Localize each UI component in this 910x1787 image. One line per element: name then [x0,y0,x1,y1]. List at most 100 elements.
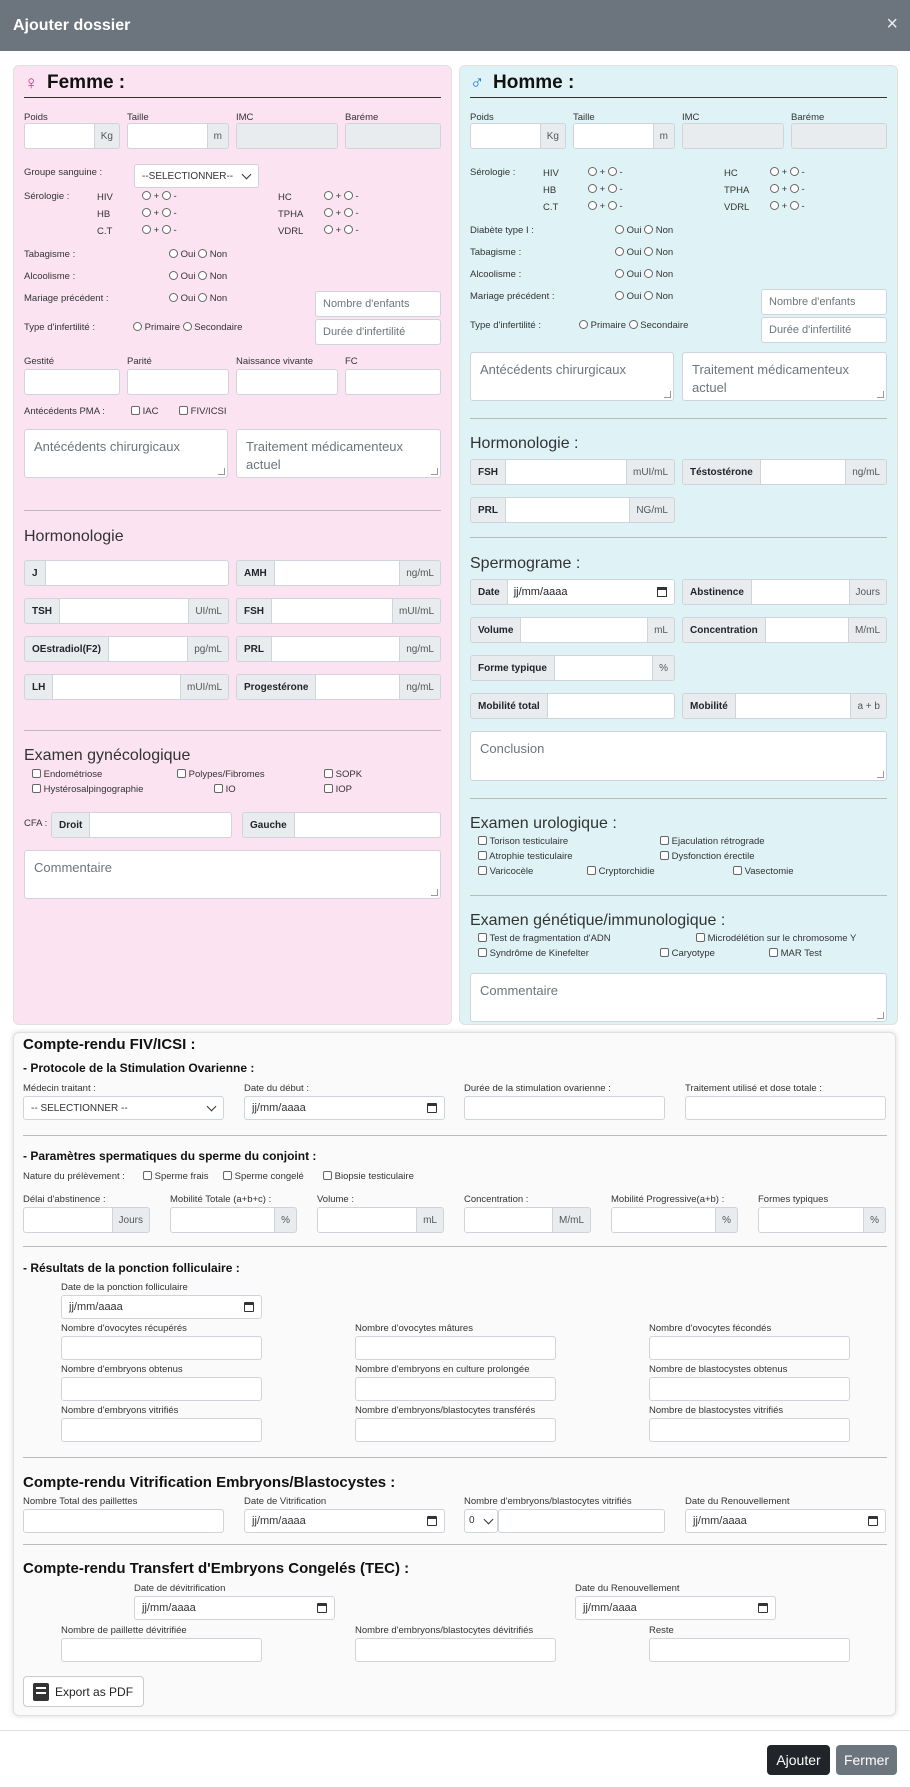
hysterosalpingographie-checkbox[interactable]: Hystérosalpingographie [32,784,143,795]
medecin-select[interactable]: -- SELECTIONNER -- [23,1096,224,1120]
volume-input[interactable]: Volume mL [470,617,675,643]
mobilite-total-input[interactable]: Mobilité total [470,693,675,719]
m-poids-input[interactable]: Kg [470,123,566,149]
m-fsh-input[interactable]: FSH mUI/mL [470,459,675,485]
prl-input[interactable]: PRL ng/mL [236,636,441,662]
date-vitri-input[interactable]: jj/mm/aaaa [244,1509,445,1533]
progesterone-input[interactable]: Progestérone ng/mL [236,674,441,700]
iop-checkbox[interactable]: IOP [324,784,352,795]
cfa-gauche-input[interactable]: Gauche [242,812,441,838]
nb-enfants-input[interactable]: Nombre d'enfants [315,291,441,317]
vasectomie-checkbox[interactable]: Vasectomie [733,866,794,877]
emb-vitrifies-input[interactable] [61,1418,262,1442]
torsion-checkbox[interactable]: Torison testiculaire [478,836,568,847]
cr-conc-input[interactable]: M/mL [464,1207,591,1233]
forme-typique-input[interactable]: Forme typique% [470,655,675,681]
nb-vitri-select[interactable]: 0 [464,1509,498,1533]
sperme-frais-checkbox[interactable]: Sperme frais [143,1171,209,1182]
endometriose-checkbox[interactable]: Endométriose [32,769,102,780]
close-icon[interactable]: × [886,13,898,36]
total-paillettes-input[interactable] [23,1509,224,1533]
alcool-radio[interactable]: Oui Non [169,271,227,282]
mar-test-checkbox[interactable]: MAR Test [769,948,822,959]
m-atcd-chir-textarea[interactable]: Antécédents chirurgicaux [470,352,674,401]
ovo-matures-input[interactable] [355,1336,556,1360]
male-comment-textarea[interactable]: Commentaire [470,973,887,1022]
parite-input[interactable] [127,369,229,395]
conclusion-textarea[interactable]: Conclusion [470,731,887,781]
m-infert-radio[interactable]: Primaire Secondaire [579,320,688,331]
diabete-radio[interactable]: Oui Non [615,225,673,236]
nb-paillette-input[interactable] [61,1638,262,1662]
iac-checkbox[interactable]: IAC [131,406,158,417]
amh-input[interactable]: AMH ng/mL [236,560,441,586]
close-button[interactable]: Fermer [836,1745,897,1775]
emb-culture-input[interactable] [355,1377,556,1401]
cryptorchidie-checkbox[interactable]: Cryptorchidie [587,866,655,877]
emb-obtenus-input[interactable] [61,1377,262,1401]
female-comment-textarea[interactable]: Commentaire [24,850,441,899]
m-traitement-textarea[interactable]: Traitement médicamenteux actuel [682,352,887,401]
groupe-select[interactable]: --SELECTIONNER-- [134,164,259,188]
atrophie-checkbox[interactable]: Atrophie testiculaire [478,851,573,862]
m-mariage-radio[interactable]: Oui Non [615,291,673,302]
m-duree-infert-input[interactable]: Durée d'infertilité [761,317,887,343]
microdeletion-checkbox[interactable]: Microdélétion sur le chromosome Y [696,933,856,944]
date-ponction-input[interactable]: jj/mm/aaaa [61,1295,262,1319]
export-pdf-button[interactable]: Export as PDF [23,1676,144,1707]
tsh-input[interactable]: TSH UI/mL [24,598,229,624]
oestradiol-input[interactable]: OEstradiol(F2) pg/mL [24,636,229,662]
polypes-checkbox[interactable]: Polypes/Fibromes [177,769,265,780]
mob-tot-input[interactable]: % [170,1207,297,1233]
m-taille-input[interactable]: m [573,123,675,149]
duree-infert-input[interactable]: Durée d'infertilité [315,319,441,345]
fc-input[interactable] [345,369,441,395]
m-alcool-radio[interactable]: Oui Non [615,269,673,280]
blasto-obtenus-input[interactable] [649,1377,850,1401]
date-debut-input[interactable]: jj/mm/aaaa [244,1096,445,1120]
gestite-input[interactable] [24,369,120,395]
ejaculation-checkbox[interactable]: Ejaculation rétrograde [660,836,765,847]
m-nb-enfants-input[interactable]: Nombre d'enfants [761,289,887,315]
cfa-droit-input[interactable]: Droit [51,812,232,838]
nb-vitri-input[interactable] [498,1509,665,1533]
dysfonction-checkbox[interactable]: Dysfonction érectile [660,851,755,862]
ovo-fecondes-input[interactable] [649,1336,850,1360]
sopk-checkbox[interactable]: SOPK [324,769,362,780]
mariage-radio[interactable]: Oui Non [169,293,227,304]
caryotype-checkbox[interactable]: Caryotype [660,948,715,959]
reste-input[interactable] [649,1638,850,1662]
mob-prog-input[interactable]: % [611,1207,738,1233]
infert-radio[interactable]: Primaire Secondaire [133,322,242,333]
add-button[interactable]: Ajouter [767,1745,830,1775]
testosterone-input[interactable]: Téstostérone ng/mL [682,459,887,485]
spermo-date-input[interactable]: Date jj/mm/aaaa [470,579,675,605]
naissance-input[interactable] [236,369,338,395]
taille-input[interactable]: m [127,123,229,149]
trait-dose-input[interactable] [685,1096,886,1120]
fiv-checkbox[interactable]: FIV/ICSI [179,406,227,417]
j-input[interactable]: J [24,560,229,586]
traitement-textarea[interactable]: Traitement médicamenteux actuel [236,429,441,478]
fragmentation-checkbox[interactable]: Test de fragmentation d'ADN [478,933,611,944]
kinefelter-checkbox[interactable]: Syndrôme de Kinefelter [478,948,589,959]
tabac-radio[interactable]: Oui Non [169,249,227,260]
emb-transferes-input[interactable] [355,1418,556,1442]
duree-stim-input[interactable] [464,1096,665,1120]
nb-devitri-input[interactable] [355,1638,556,1662]
blasto-vitrifies-input[interactable] [649,1418,850,1442]
m-prl-input[interactable]: PRL NG/mL [470,497,675,523]
poids-input[interactable]: Kg [24,123,120,149]
sperme-congele-checkbox[interactable]: Sperme congelé [223,1171,304,1182]
concentration-input[interactable]: Concentration M/mL [682,617,887,643]
mobilite-input[interactable]: Mobilité a + b [682,693,887,719]
delai-input[interactable]: Jours [23,1207,150,1233]
formes-input[interactable]: % [758,1207,886,1233]
fsh-input[interactable]: FSH mUI/mL [236,598,441,624]
io-checkbox[interactable]: IO [214,784,236,795]
ovo-recup-input[interactable] [61,1336,262,1360]
cr-volume-input[interactable]: mL [317,1207,444,1233]
tec-renouv-input[interactable]: jj/mm/aaaa [575,1596,776,1620]
abstinence-input[interactable]: Abstinence Jours [682,579,887,605]
varicocele-checkbox[interactable]: Varicocèle [478,866,533,877]
